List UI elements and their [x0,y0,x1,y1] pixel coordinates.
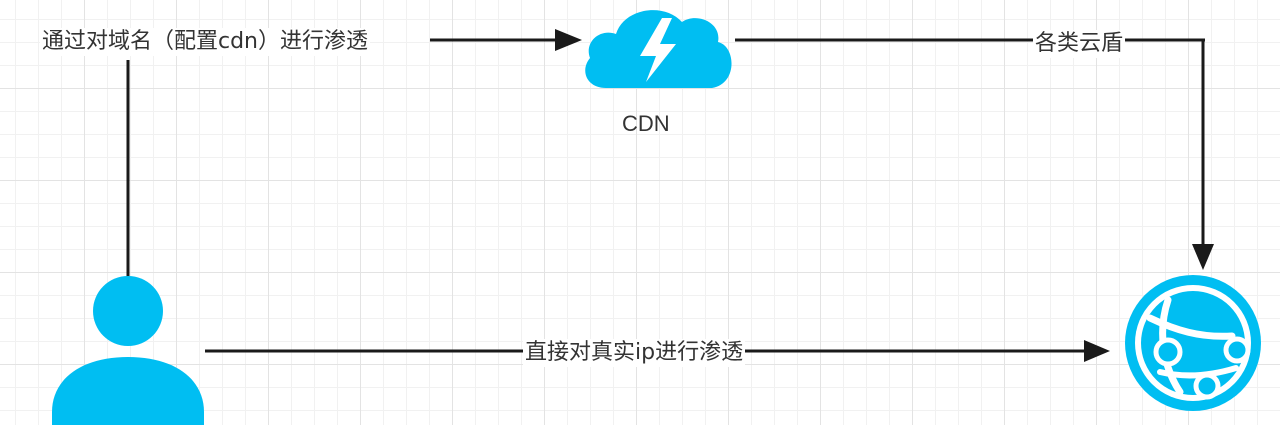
user-icon [52,276,204,425]
edge-label-direct-ip: 直接对真实ip进行渗透 [523,339,746,367]
edge-label-cloud-shield: 各类云盾 [1033,30,1126,58]
arrow-to-server-direct [1084,340,1110,362]
edge-label-via-domain: 通过对域名（配置cdn）进行渗透 [40,28,371,56]
lightning-cloud-icon [585,10,732,88]
arrow-to-cdn [555,29,582,51]
cdn-label: CDN [622,111,670,136]
edge-cloud-shield [735,38,1214,270]
arrow-to-server [1192,244,1214,270]
web-globe-icon [1125,275,1261,411]
edge-via-domain [126,29,582,280]
